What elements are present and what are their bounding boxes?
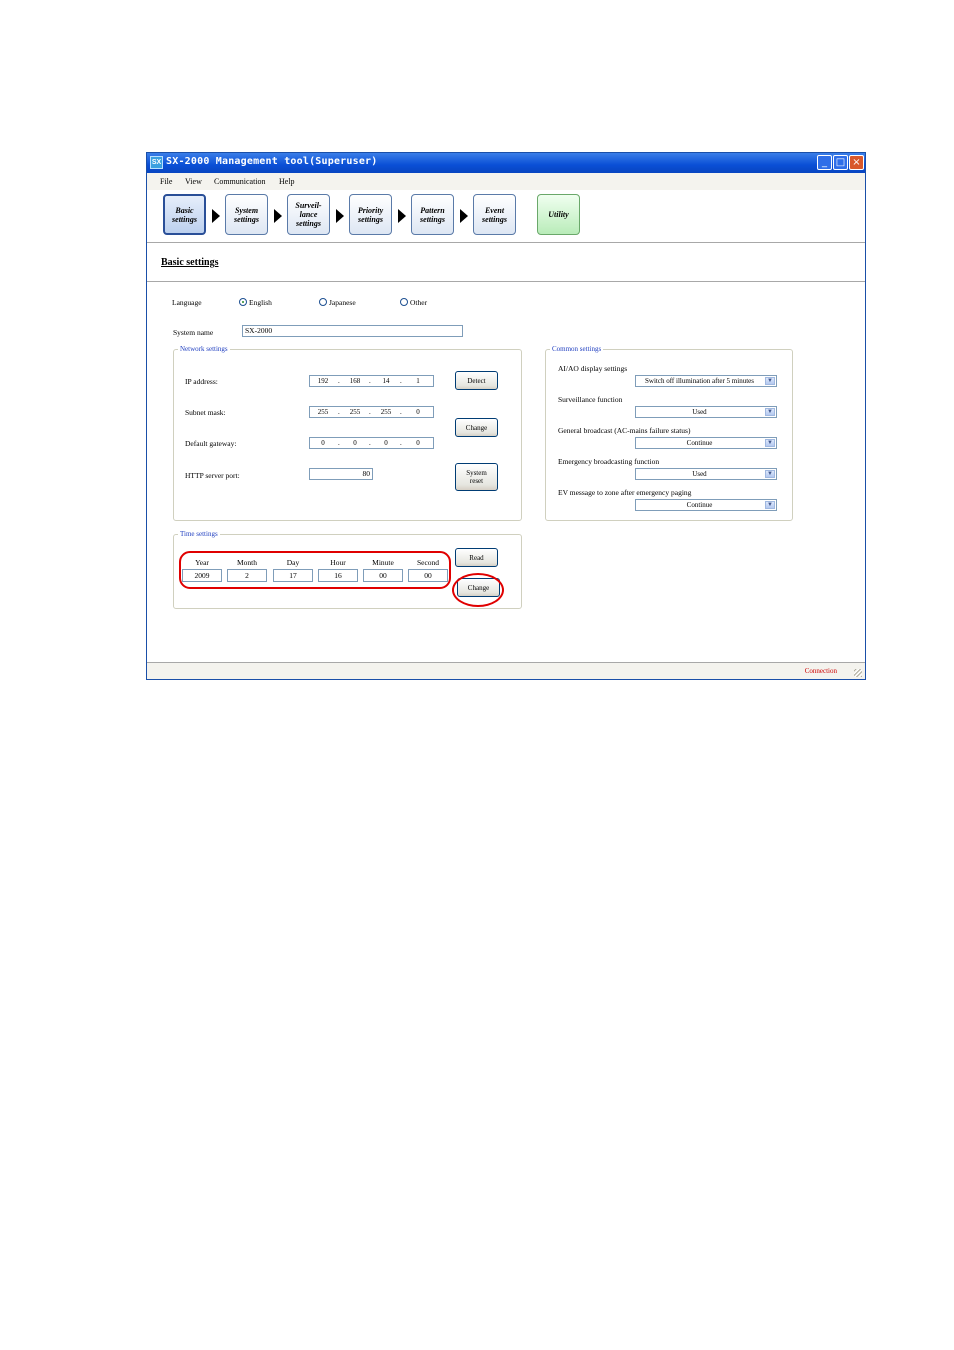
page-title: Basic settings xyxy=(161,257,219,268)
ev-message-select[interactable]: Continue ▼ xyxy=(635,499,777,511)
step-event-settings[interactable]: Event settings xyxy=(473,194,516,235)
chevron-down-icon: ▼ xyxy=(765,470,775,478)
close-button[interactable]: × xyxy=(849,155,864,170)
menu-view[interactable]: View xyxy=(185,177,202,186)
ip-address-input[interactable]: 192. 168. 14. 1 xyxy=(309,375,434,387)
ip-address-label: IP address: xyxy=(185,377,218,386)
chevron-down-icon: ▼ xyxy=(765,501,775,509)
step-arrow-icon xyxy=(336,209,344,223)
step-priority-settings[interactable]: Priority settings xyxy=(349,194,392,235)
minimize-button[interactable]: _ xyxy=(817,155,832,170)
step-utility[interactable]: Utility xyxy=(537,194,580,235)
detect-button[interactable]: Detect xyxy=(455,371,498,390)
time-read-button[interactable]: Read xyxy=(455,548,498,567)
system-name-label: System name xyxy=(173,328,214,337)
language-other-radio[interactable] xyxy=(400,298,408,306)
settings-step-toolbar: Basic settings System settings Surveil- … xyxy=(147,190,865,243)
change-button-highlight xyxy=(452,573,504,607)
maximize-button[interactable]: □ xyxy=(833,155,848,170)
general-broadcast-label: General broadcast (AC-mains failure stat… xyxy=(558,426,691,435)
time-settings-title: Time settings xyxy=(178,530,220,538)
app-icon: SX xyxy=(150,156,163,169)
language-japanese-label[interactable]: Japanese xyxy=(329,298,356,307)
subnet-mask-label: Subnet mask: xyxy=(185,408,226,417)
heading-divider xyxy=(147,281,865,282)
time-fields-highlight xyxy=(179,551,451,589)
window-title: SX-2000 Management tool(Superuser) xyxy=(166,156,378,167)
emergency-broadcasting-select[interactable]: Used ▼ xyxy=(635,468,777,480)
http-port-input[interactable]: 80 xyxy=(309,468,373,480)
emergency-broadcasting-label: Emergency broadcasting function xyxy=(558,457,660,466)
surveillance-function-select[interactable]: Used ▼ xyxy=(635,406,777,418)
chevron-down-icon: ▼ xyxy=(765,408,775,416)
default-gateway-label: Default gateway: xyxy=(185,439,237,448)
language-other-label[interactable]: Other xyxy=(410,298,427,307)
ai-ao-display-label: AI/AO display settings xyxy=(558,364,628,373)
step-arrow-icon xyxy=(212,209,220,223)
menu-communication[interactable]: Communication xyxy=(214,177,266,186)
subnet-mask-input[interactable]: 255. 255. 255. 0 xyxy=(309,406,434,418)
common-settings-title: Common settings xyxy=(550,345,604,353)
default-gateway-input[interactable]: 0. 0. 0. 0 xyxy=(309,437,434,449)
menu-bar: File View Communication Help xyxy=(147,173,865,191)
chevron-down-icon: ▼ xyxy=(765,377,775,385)
http-port-label: HTTP server port: xyxy=(185,471,240,480)
status-bar: Connection xyxy=(147,662,865,679)
connection-status: Connection xyxy=(804,667,837,675)
title-bar[interactable]: SX SX-2000 Management tool(Superuser) _ … xyxy=(147,153,865,173)
surveillance-function-label: Surveillance function xyxy=(558,395,623,404)
resize-grip-icon[interactable] xyxy=(854,669,862,677)
language-english-label[interactable]: English xyxy=(249,298,272,307)
step-surveillance-settings[interactable]: Surveil- lance settings xyxy=(287,194,330,235)
step-pattern-settings[interactable]: Pattern settings xyxy=(411,194,454,235)
general-broadcast-select[interactable]: Continue ▼ xyxy=(635,437,777,449)
step-basic-settings[interactable]: Basic settings xyxy=(163,194,206,235)
network-change-button[interactable]: Change xyxy=(455,418,498,437)
step-arrow-icon xyxy=(398,209,406,223)
step-arrow-icon xyxy=(274,209,282,223)
app-window: SX SX-2000 Management tool(Superuser) _ … xyxy=(146,152,866,680)
step-arrow-icon xyxy=(460,209,468,223)
network-settings-title: Network settings xyxy=(178,345,230,353)
menu-help[interactable]: Help xyxy=(279,177,295,186)
step-system-settings[interactable]: System settings xyxy=(225,194,268,235)
system-reset-button[interactable]: System reset xyxy=(455,463,498,491)
system-name-input[interactable]: SX-2000 xyxy=(242,325,463,337)
language-japanese-radio[interactable] xyxy=(319,298,327,306)
ai-ao-display-select[interactable]: Switch off illumination after 5 minutes ▼ xyxy=(635,375,777,387)
language-label: Language xyxy=(172,298,202,307)
language-english-radio[interactable] xyxy=(239,298,247,306)
chevron-down-icon: ▼ xyxy=(765,439,775,447)
ev-message-label: EV message to zone after emergency pagin… xyxy=(558,488,692,497)
menu-file[interactable]: File xyxy=(160,177,172,186)
